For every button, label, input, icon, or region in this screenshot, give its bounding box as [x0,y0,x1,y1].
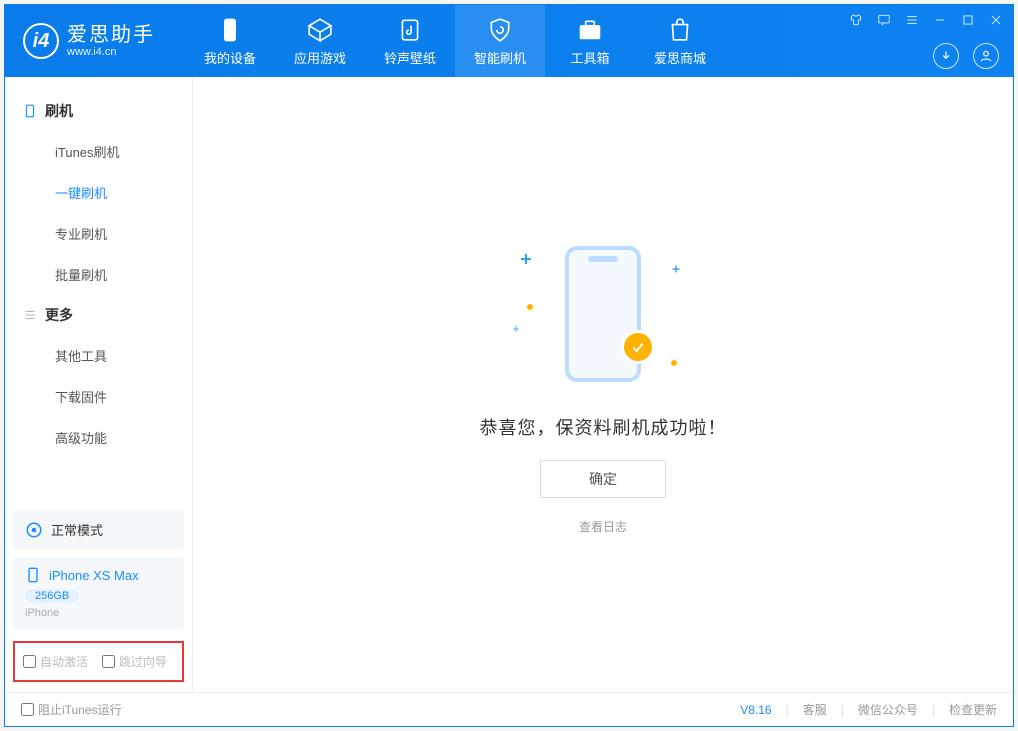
wechat-link[interactable]: 微信公众号 [858,701,918,718]
sparkle-icon [521,254,531,264]
toolbox-icon [576,16,604,44]
list-icon [23,308,37,322]
sidebar-item-other-tools[interactable]: 其他工具 [5,335,192,376]
success-illustration [503,234,703,394]
sidebar-item-one-key-flash[interactable]: 一键刷机 [5,172,192,213]
main-nav: 我的设备 应用游戏 铃声壁纸 智能刷机 工具箱 爱思商城 [185,5,725,77]
minimize-icon[interactable] [931,11,949,29]
phone-small-icon [25,567,41,583]
bag-icon [666,16,694,44]
device-type: iPhone [25,607,172,619]
phone-outline-icon [23,104,37,118]
version-label: V8.16 [740,703,771,717]
mode-icon [25,521,43,539]
chk-label: 自动激活 [40,653,88,670]
nav-label: 铃声壁纸 [384,48,436,67]
confirm-button[interactable]: 确定 [540,460,666,498]
skin-icon[interactable] [847,11,865,29]
device-storage-badge: 256GB [25,589,79,603]
logo-text: 爱思助手 www.i4.cn [67,24,155,58]
sidebar-item-advanced[interactable]: 高级功能 [5,417,192,458]
chk-label: 阻止iTunes运行 [38,701,122,718]
sidebar-scroll: 刷机 iTunes刷机 一键刷机 专业刷机 批量刷机 更多 其他工具 下载固件 … [5,77,192,502]
titlebar: i4 爱思助手 www.i4.cn 我的设备 应用游戏 铃声壁纸 智能刷机 工具… [5,5,1013,77]
device-name-line: iPhone XS Max [25,567,172,583]
sidebar-item-download-firmware[interactable]: 下载固件 [5,376,192,417]
sidebar-item-batch-flash[interactable]: 批量刷机 [5,254,192,295]
nav-label: 工具箱 [570,48,609,67]
separator: | [841,703,844,717]
logo-block: i4 爱思助手 www.i4.cn [5,23,185,59]
nav-smart-flash[interactable]: 智能刷机 [455,5,545,77]
nav-my-device[interactable]: 我的设备 [185,5,275,77]
checkbox-block-itunes[interactable]: 阻止iTunes运行 [21,701,122,718]
sidebar-checkbox-row: 自动激活 跳过向导 [13,641,184,682]
checkmark-badge-icon [621,330,655,364]
customer-service-link[interactable]: 客服 [803,701,827,718]
feedback-icon[interactable] [875,11,893,29]
menu-icon[interactable] [903,11,921,29]
mode-label: 正常模式 [51,520,103,539]
nav-ringtones-wallpapers[interactable]: 铃声壁纸 [365,5,455,77]
nav-toolbox[interactable]: 工具箱 [545,5,635,77]
maximize-icon[interactable] [959,11,977,29]
download-button[interactable] [933,43,959,69]
statusbar-left: 阻止iTunes运行 [21,701,122,718]
sidebar-mode-status[interactable]: 正常模式 [13,510,184,549]
nav-label: 智能刷机 [474,48,526,67]
header-right-actions [933,43,999,69]
cube-icon [306,16,334,44]
dot-icon [527,304,533,310]
sidebar-device-card[interactable]: iPhone XS Max 256GB iPhone [13,557,184,629]
device-name: iPhone XS Max [49,568,139,583]
checkbox-skip-guide[interactable]: 跳过向导 [102,653,167,670]
sidebar-item-pro-flash[interactable]: 专业刷机 [5,213,192,254]
group-label: 刷机 [45,101,73,121]
check-update-link[interactable]: 检查更新 [949,701,997,718]
close-icon[interactable] [987,11,1005,29]
body: 刷机 iTunes刷机 一键刷机 专业刷机 批量刷机 更多 其他工具 下载固件 … [5,77,1013,692]
sidebar-group-flash[interactable]: 刷机 [5,91,192,131]
group-label: 更多 [45,305,73,325]
nav-apps-games[interactable]: 应用游戏 [275,5,365,77]
shield-refresh-icon [486,16,514,44]
dot-icon [671,360,677,366]
success-message: 恭喜您，保资料刷机成功啦！ [480,414,727,440]
separator: | [932,703,935,717]
sidebar: 刷机 iTunes刷机 一键刷机 专业刷机 批量刷机 更多 其他工具 下载固件 … [5,77,193,692]
logo-icon: i4 [23,23,59,59]
chk-label: 跳过向导 [119,653,167,670]
sidebar-item-itunes-flash[interactable]: iTunes刷机 [5,131,192,172]
main-panel: 恭喜您，保资料刷机成功啦！ 确定 查看日志 [193,77,1013,692]
separator: | [786,703,789,717]
checkbox-auto-activate[interactable]: 自动激活 [23,653,88,670]
statusbar: 阻止iTunes运行 V8.16 | 客服 | 微信公众号 | 检查更新 [5,692,1013,726]
sidebar-group-more[interactable]: 更多 [5,295,192,335]
device-icon [216,16,244,44]
app-window: i4 爱思助手 www.i4.cn 我的设备 应用游戏 铃声壁纸 智能刷机 工具… [4,4,1014,727]
nav-label: 应用游戏 [294,48,346,67]
nav-store[interactable]: 爱思商城 [635,5,725,77]
sparkle-icon [513,326,519,332]
music-file-icon [396,16,424,44]
sparkle-icon [673,266,680,273]
window-controls [847,11,1005,29]
account-button[interactable] [973,43,999,69]
nav-label: 爱思商城 [654,48,706,67]
app-title: 爱思助手 [67,24,155,46]
app-subtitle: www.i4.cn [67,46,155,58]
view-log-link[interactable]: 查看日志 [579,518,627,535]
statusbar-right: V8.16 | 客服 | 微信公众号 | 检查更新 [740,701,997,718]
nav-label: 我的设备 [204,48,256,67]
